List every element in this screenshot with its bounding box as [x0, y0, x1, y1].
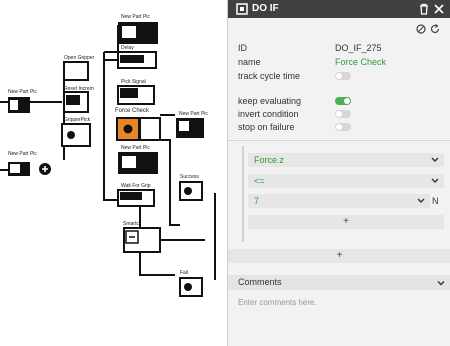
disable-icon[interactable]	[416, 24, 426, 34]
node-open-gripper[interactable]	[63, 61, 89, 81]
keep-evaluating-toggle[interactable]	[335, 97, 351, 105]
invert-condition-toggle[interactable]	[335, 110, 351, 118]
condition-variable-select[interactable]: Force.z	[248, 153, 444, 167]
node-label-new-part-pic-top: New Part Pic	[121, 14, 150, 20]
node-reset-increm[interactable]	[63, 91, 89, 113]
properties-panel: DO IF ID DO_IF_275 name Force Check trac…	[227, 0, 450, 346]
node-label-wait-for-grip: Wait For Grip	[121, 183, 151, 189]
comments-header[interactable]: Comments	[228, 275, 450, 290]
add-condition-button[interactable]: +	[228, 249, 450, 263]
node-new-part-pic-top[interactable]	[118, 22, 158, 44]
node-wait-for-grip[interactable]	[117, 189, 155, 207]
stop-on-failure-toggle[interactable]	[335, 123, 351, 131]
node-smartc[interactable]	[123, 227, 161, 253]
node-fail[interactable]	[179, 277, 203, 297]
divider	[228, 140, 450, 141]
condition-value-field[interactable]: 7	[248, 194, 430, 208]
node-label-reset-increm: Reset Increm	[64, 86, 94, 92]
node-label-pick-signal: Pick Signal	[121, 79, 146, 85]
id-value: DO_IF_275	[335, 43, 382, 53]
node-label-delay: Delay	[121, 45, 134, 51]
node-gripper-pick[interactable]	[61, 123, 91, 147]
condition-unit: N	[432, 196, 439, 206]
node-label-new-part-pic-right: New Part Pic	[179, 111, 208, 117]
node-label-new-part-pic-mid: New Part Pic	[121, 145, 150, 151]
node-new-part-pic-bottom-left[interactable]	[8, 162, 51, 176]
id-label: ID	[238, 43, 247, 53]
name-field[interactable]: Force Check	[335, 57, 386, 67]
track-cycle-time-label: track cycle time	[238, 71, 301, 81]
condition-value: 7	[254, 196, 260, 206]
comments-label: Comments	[238, 277, 282, 287]
node-label-smartc: Smartc	[123, 221, 139, 227]
node-delay[interactable]	[117, 51, 157, 69]
node-label-new-part-pic-bottom-left: New Part Pic	[8, 151, 37, 157]
condition-variable-value: Force.z	[254, 155, 285, 165]
node-type-icon	[236, 3, 248, 15]
node-label-force-check: Force Check	[115, 108, 150, 114]
close-icon[interactable]	[433, 3, 445, 15]
track-cycle-time-toggle[interactable]	[335, 72, 351, 80]
invert-condition-label: invert condition	[238, 109, 299, 119]
add-subcondition-button[interactable]: +	[248, 215, 444, 229]
node-label-success: Success	[180, 174, 199, 180]
chevron-down-icon	[437, 281, 445, 286]
name-label: name	[238, 57, 261, 67]
panel-header: DO IF	[228, 0, 450, 18]
node-force-check[interactable]	[116, 117, 161, 141]
node-success[interactable]	[179, 181, 203, 201]
panel-title: DO IF	[252, 3, 279, 14]
chevron-down-icon	[417, 198, 425, 203]
node-label-fail: Fail	[180, 270, 189, 276]
node-new-part-pic-mid[interactable]	[118, 152, 158, 174]
node-new-part-pic-left[interactable]	[8, 97, 30, 113]
node-label-gripper-pick: GripperPick	[64, 117, 91, 123]
trash-icon[interactable]	[418, 3, 430, 15]
comments-textarea[interactable]: Enter comments here.	[238, 298, 317, 307]
node-new-part-pic-right[interactable]	[176, 118, 204, 138]
condition-operator-select[interactable]: <=	[248, 174, 444, 188]
stop-on-failure-label: stop on failure	[238, 122, 295, 132]
condition-operator-value: <=	[254, 176, 265, 186]
refresh-icon[interactable]	[430, 24, 440, 34]
node-label-open-gripper: Open Gripper	[64, 55, 95, 61]
node-pick-signal[interactable]	[117, 85, 155, 105]
keep-evaluating-label: keep evaluating	[238, 96, 302, 106]
chevron-down-icon	[431, 157, 439, 162]
chevron-down-icon	[431, 178, 439, 183]
node-label-new-part-pic-left: New Part Pic	[8, 89, 37, 95]
